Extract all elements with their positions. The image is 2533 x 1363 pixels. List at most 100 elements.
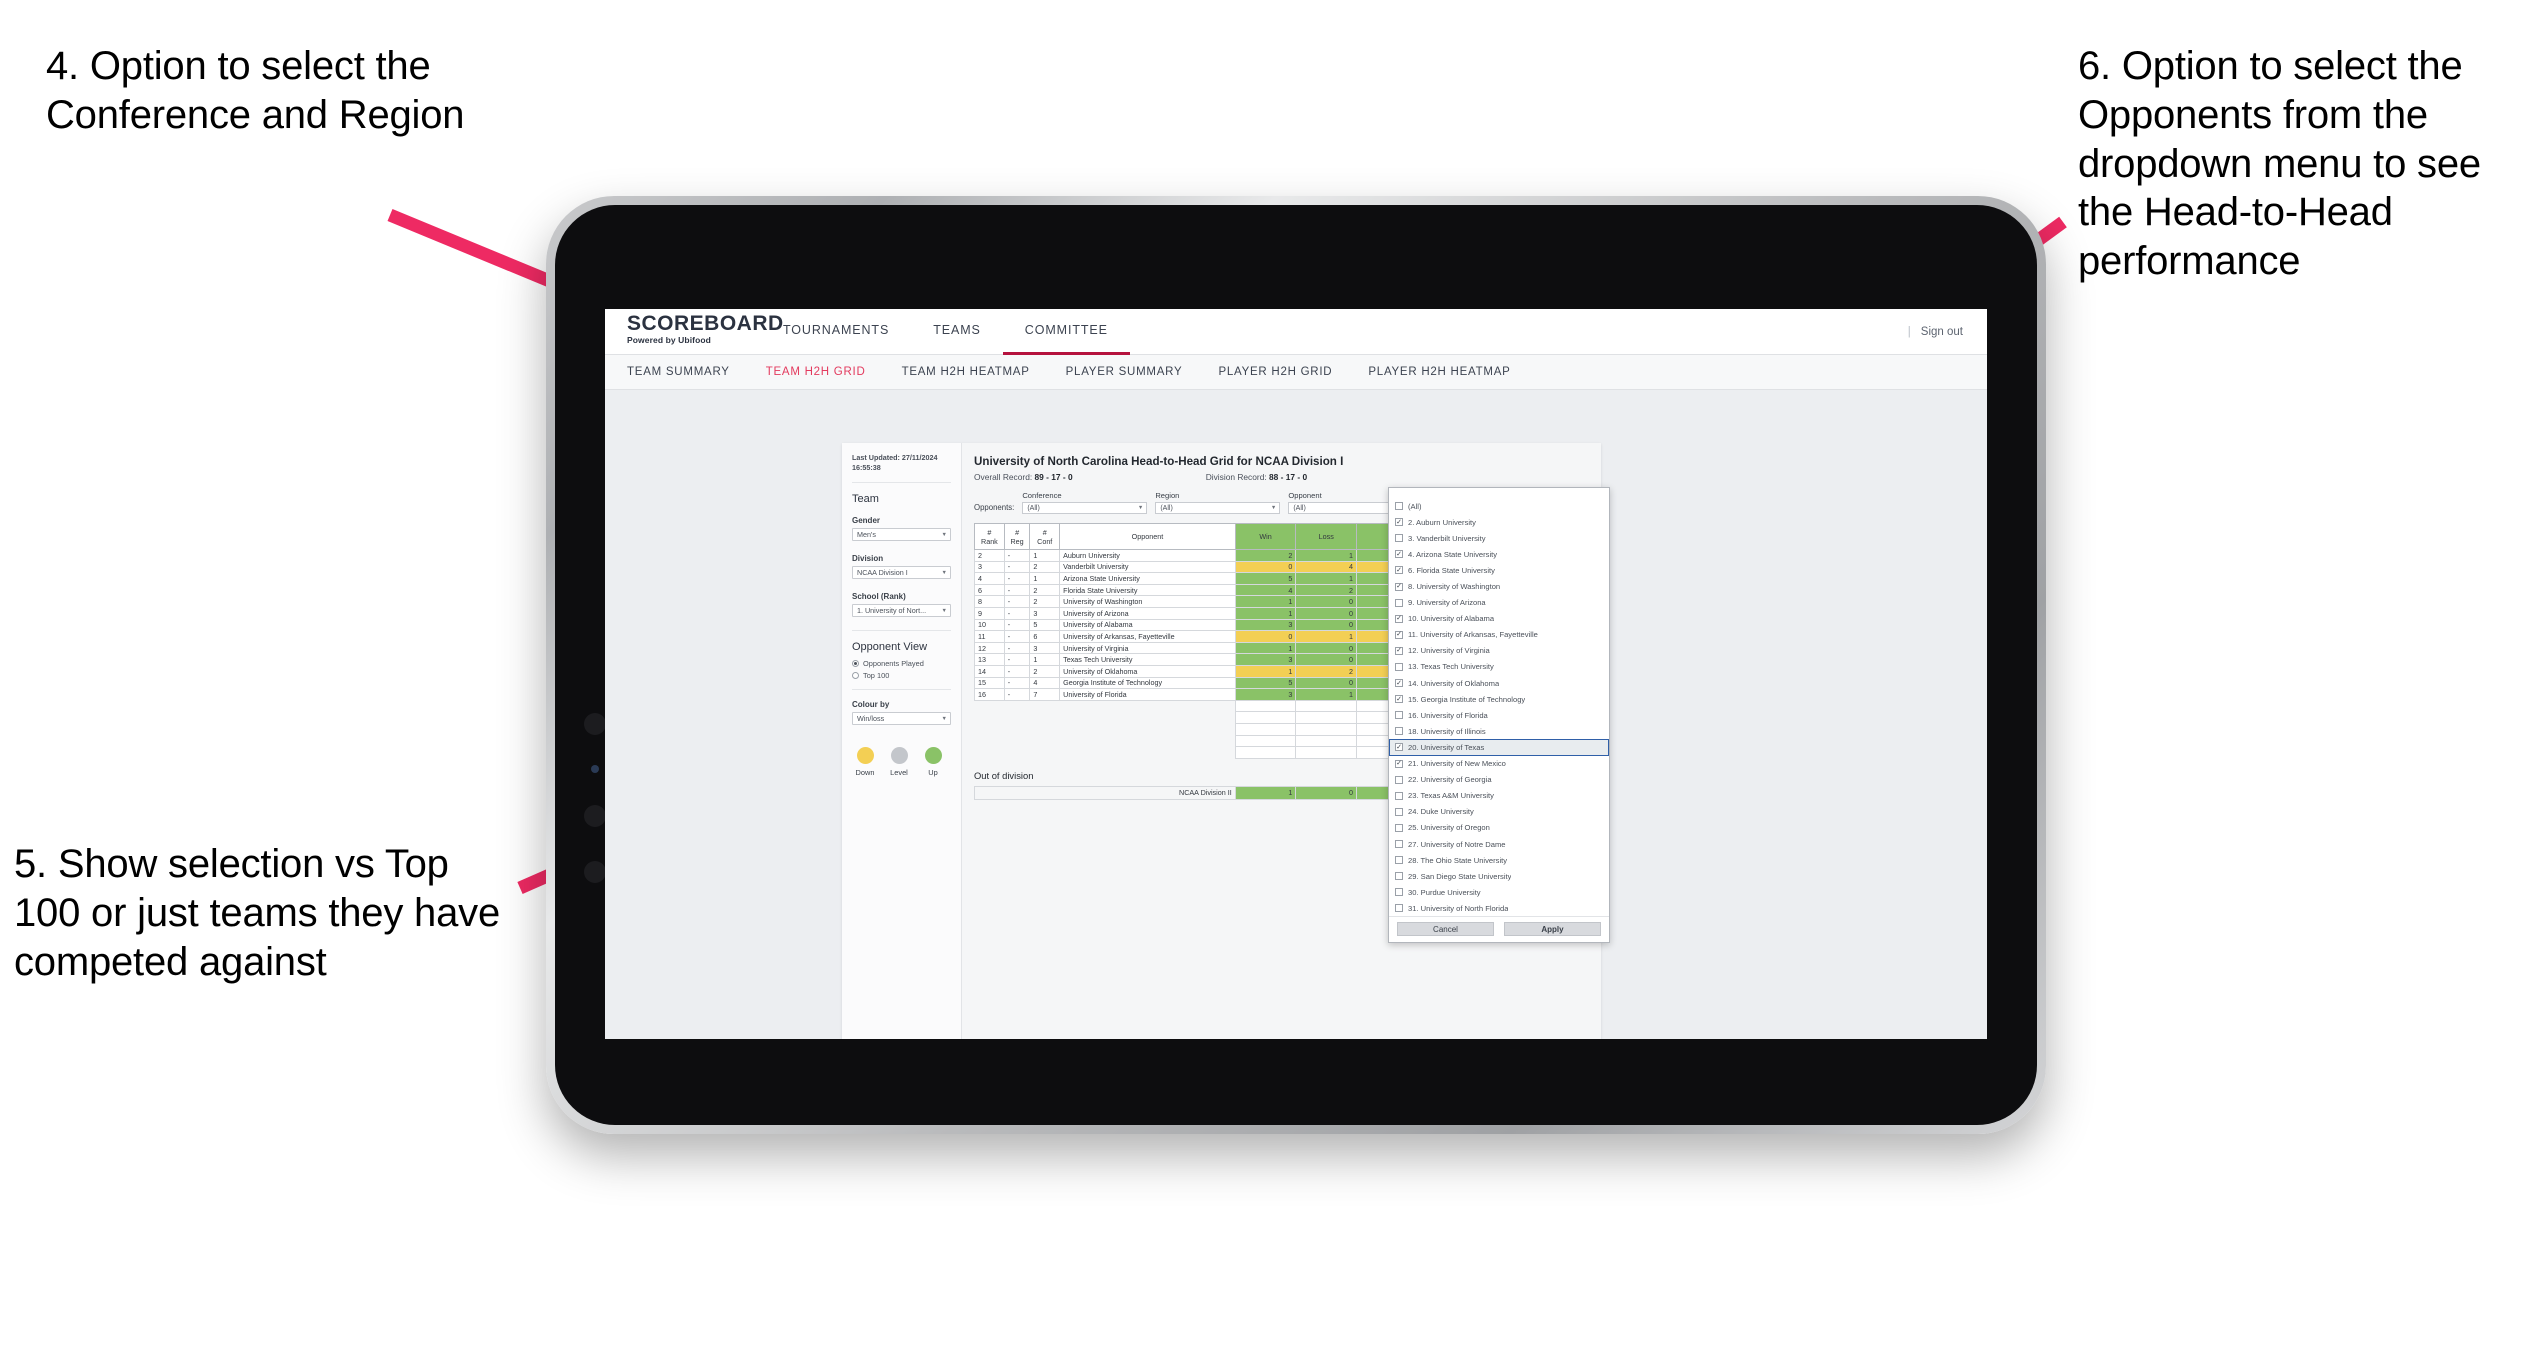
checkbox-icon[interactable] <box>1395 711 1403 720</box>
checkbox-checked-icon[interactable] <box>1395 550 1403 559</box>
dropdown-item[interactable]: (All) <box>1389 498 1609 514</box>
table-row[interactable]: 15-4 Georgia Institute of Technology 5 0 <box>974 676 1389 690</box>
cell-spacer <box>1356 606 1389 620</box>
logo-subtext: Powered by Ubifood <box>627 335 711 345</box>
table-row[interactable]: 10-5 University of Alabama 3 0 <box>974 618 1389 632</box>
dropdown-item[interactable]: 6. Florida State University <box>1389 562 1609 578</box>
apply-button[interactable]: Apply <box>1504 922 1601 937</box>
table-row[interactable]: 13-1 Texas Tech University 3 0 <box>974 653 1389 666</box>
th-rank[interactable]: # Rank <box>974 523 1005 550</box>
table-row[interactable]: 6-2 Florida State University 4 2 <box>974 583 1389 597</box>
division-record-label: Division Record: <box>1205 472 1267 482</box>
checkbox-icon[interactable] <box>1395 823 1403 832</box>
dropdown-item[interactable]: 15. Georgia Institute of Technology <box>1389 691 1609 707</box>
checkbox-icon[interactable] <box>1395 775 1403 784</box>
cell-spacer <box>1356 560 1389 574</box>
checkbox-checked-icon[interactable] <box>1395 679 1403 688</box>
opponent-dropdown-panel[interactable]: (All) 2. Auburn University 3. Vanderbilt U… <box>1388 487 1610 944</box>
conference-select[interactable]: (All) ▼ <box>1022 502 1148 514</box>
table-row[interactable]: 14-2 University of Oklahoma 1 2 <box>974 664 1389 678</box>
dropdown-item[interactable]: 13. Texas Tech University <box>1389 659 1609 675</box>
checkbox-checked-icon[interactable] <box>1395 759 1403 768</box>
checkbox-checked-icon[interactable] <box>1395 582 1403 591</box>
colour-by-select[interactable]: Win/loss ▼ <box>852 712 951 725</box>
checkbox-icon[interactable] <box>1395 807 1403 816</box>
subnav-team-summary[interactable]: TEAM SUMMARY <box>627 366 730 378</box>
checkbox-checked-icon[interactable] <box>1395 518 1403 527</box>
checkbox-checked-icon[interactable] <box>1395 614 1403 623</box>
cell-win: 3 <box>1234 618 1297 632</box>
checkbox-icon[interactable] <box>1395 727 1403 736</box>
dropdown-item[interactable]: 3. Vanderbilt University <box>1389 530 1609 546</box>
table-row[interactable]: 12-3 University of Virginia 1 0 <box>974 641 1389 655</box>
gender-select[interactable]: Men's ▼ <box>852 528 951 541</box>
checkbox-checked-icon[interactable] <box>1395 695 1403 704</box>
table-row[interactable]: 3-2 Vanderbilt University 0 4 <box>974 560 1389 574</box>
dropdown-item[interactable]: 25. University of Oregon <box>1389 820 1609 836</box>
region-select[interactable]: (All) ▼ <box>1155 502 1281 514</box>
checkbox-checked-icon[interactable] <box>1395 630 1403 639</box>
dropdown-item[interactable]: 30. Purdue University <box>1389 884 1609 900</box>
checkbox-icon[interactable] <box>1395 872 1403 881</box>
th-conf[interactable]: # Conf <box>1029 523 1061 550</box>
dropdown-item[interactable]: 16. University of Florida <box>1389 707 1609 723</box>
th-opponent[interactable]: Opponent <box>1059 523 1236 550</box>
dropdown-item[interactable]: 21. University of New Mexico <box>1389 756 1609 772</box>
school-select[interactable]: 1. University of Nort... ▼ <box>852 604 951 617</box>
dropdown-item[interactable]: 24. Duke University <box>1389 804 1609 820</box>
dropdown-item[interactable]: 23. Texas A&M University <box>1389 788 1609 804</box>
checkbox-checked-icon[interactable] <box>1395 646 1403 655</box>
dropdown-item[interactable]: 22. University of Georgia <box>1389 772 1609 788</box>
table-row[interactable]: 11-6 University of Arkansas, Fayetteville… <box>974 630 1389 643</box>
table-row[interactable]: 9-3 University of Arizona 1 0 <box>974 606 1389 620</box>
division-select[interactable]: NCAA Division I ▼ <box>852 566 951 579</box>
th-win[interactable]: Win <box>1234 523 1297 550</box>
dropdown-item[interactable]: 14. University of Oklahoma <box>1389 675 1609 691</box>
checkbox-checked-icon[interactable] <box>1395 743 1403 752</box>
dropdown-item[interactable]: 12. University of Virginia <box>1389 643 1609 659</box>
sign-out-link[interactable]: Sign out <box>1921 326 1963 338</box>
subnav-player-h2h-grid[interactable]: PLAYER H2H GRID <box>1218 366 1332 378</box>
opponents-word: Opponents: <box>974 503 1015 512</box>
radio-top-100[interactable]: Top 100 <box>852 671 951 680</box>
subnav-team-h2h-grid[interactable]: TEAM H2H GRID <box>766 366 866 378</box>
dropdown-item[interactable]: 11. University of Arkansas, Fayetteville <box>1389 627 1609 643</box>
dropdown-item[interactable]: 9. University of Arizona <box>1389 595 1609 611</box>
subnav-team-h2h-heatmap[interactable]: TEAM H2H HEATMAP <box>902 366 1030 378</box>
cancel-button[interactable]: Cancel <box>1397 922 1494 937</box>
table-row[interactable]: 8-2 University of Washington 1 0 <box>974 595 1389 608</box>
table-row[interactable]: 16-7 University of Florida 3 1 <box>974 688 1389 701</box>
table-row[interactable]: 4-1 Arizona State University 5 1 <box>974 572 1389 585</box>
nav-teams[interactable]: TEAMS <box>911 309 1003 355</box>
dropdown-item[interactable]: 31. University of North Florida <box>1389 900 1609 916</box>
subnav-player-summary[interactable]: PLAYER SUMMARY <box>1066 366 1183 378</box>
app-logo[interactable]: SCOREBOARD Powered by Ubifood <box>605 309 783 354</box>
dropdown-item[interactable]: 28. The Ohio State University <box>1389 852 1609 868</box>
checkbox-icon[interactable] <box>1395 662 1403 671</box>
checkbox-checked-icon[interactable] <box>1395 566 1403 575</box>
nav-committee[interactable]: COMMITTEE <box>1002 309 1130 355</box>
checkbox-icon[interactable] <box>1395 534 1403 543</box>
th-loss[interactable]: Loss <box>1295 523 1358 550</box>
dropdown-item[interactable]: 4. Arizona State University <box>1389 546 1609 562</box>
dropdown-item[interactable]: 8. University of Washington <box>1389 578 1609 594</box>
checkbox-icon[interactable] <box>1395 502 1403 511</box>
radio-opponents-played[interactable]: Opponents Played <box>852 659 951 668</box>
dropdown-item[interactable]: 2. Auburn University <box>1389 514 1609 530</box>
checkbox-icon[interactable] <box>1395 791 1403 800</box>
subnav-player-h2h-heatmap[interactable]: PLAYER H2H HEATMAP <box>1368 366 1510 378</box>
checkbox-icon[interactable] <box>1395 888 1403 897</box>
checkbox-icon[interactable] <box>1395 840 1403 849</box>
dropdown-item[interactable]: 20. University of Texas <box>1389 739 1609 756</box>
dropdown-item[interactable]: 29. San Diego State University <box>1389 868 1609 884</box>
checkbox-icon[interactable] <box>1395 904 1403 913</box>
checkbox-icon[interactable] <box>1395 856 1403 865</box>
dropdown-item[interactable]: 10. University of Alabama <box>1389 611 1609 627</box>
table-row[interactable]: 2-1 Auburn University 2 1 <box>974 549 1389 562</box>
cell-reg: - <box>1003 560 1031 574</box>
checkbox-icon[interactable] <box>1395 598 1403 607</box>
th-reg[interactable]: # Reg <box>1003 523 1031 550</box>
nav-tournaments[interactable]: TOURNAMENTS <box>761 309 911 355</box>
dropdown-item[interactable]: 18. University of Illinois <box>1389 723 1609 739</box>
dropdown-item[interactable]: 27. University of Notre Dame <box>1389 836 1609 852</box>
